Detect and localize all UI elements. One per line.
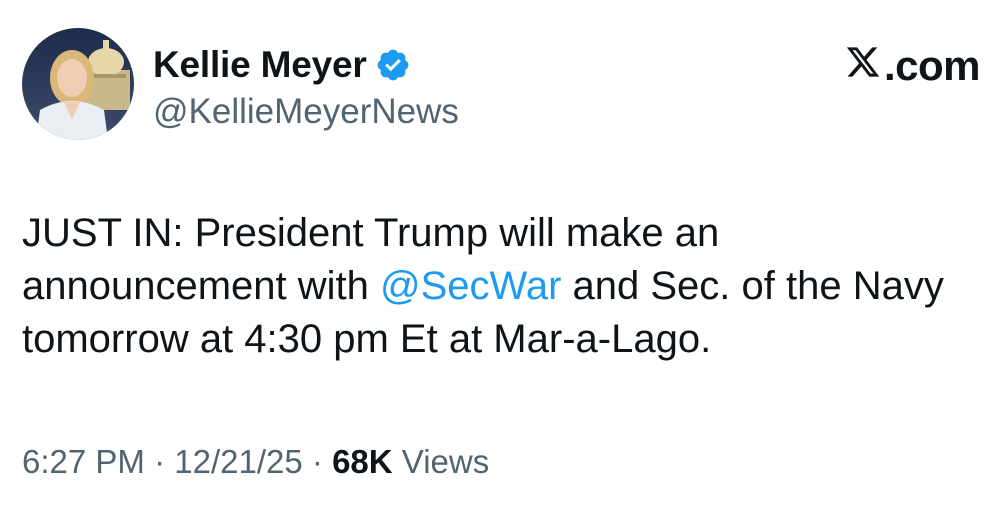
verified-badge-icon [377,49,408,81]
brand-logo[interactable]: .com [843,42,981,90]
avatar[interactable] [22,28,134,140]
author-name[interactable]: Kellie Meyer [153,44,411,86]
tweet-meta: 6:27 PM · 12/21/25 · 68K Views [22,443,489,481]
tweet-date[interactable]: 12/21/25 [174,443,302,480]
author-name-text: Kellie Meyer [153,44,367,85]
x-logo-icon [846,47,880,77]
tweet-time[interactable]: 6:27 PM [22,443,145,480]
views-label: Views [401,443,490,480]
views-count[interactable]: 68K [332,443,393,480]
brand-domain: .com [883,42,981,89]
author-handle[interactable]: @KellieMeyerNews [153,92,459,132]
meta-separator: · [311,443,323,480]
tweet-text: JUST IN: President Trump will make an an… [22,207,972,366]
mention-link[interactable]: @SecWar [380,264,561,308]
meta-separator: · [154,443,166,480]
avatar-image [22,28,134,140]
